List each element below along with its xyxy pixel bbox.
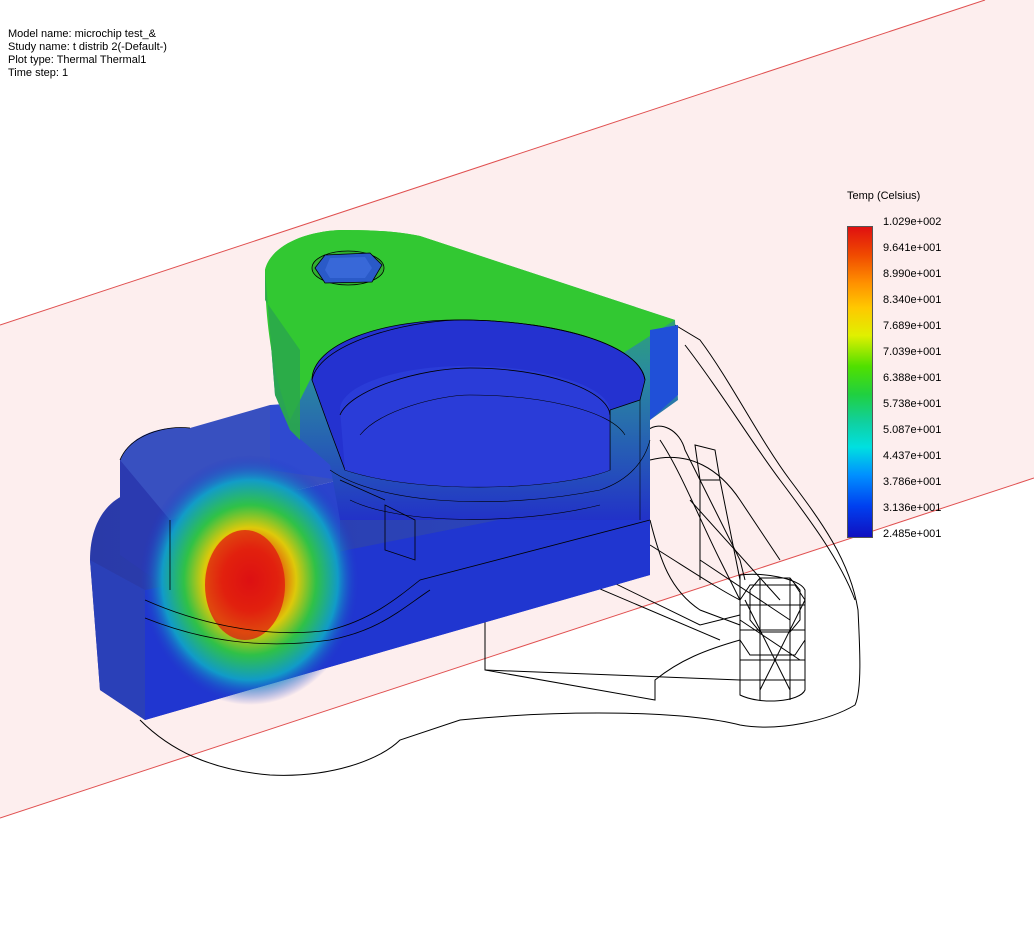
legend-tick-label: 5.738e+001 xyxy=(883,398,942,410)
legend-tick-label: 8.340e+001 xyxy=(883,294,942,306)
legend-tick-label: 1.029e+002 xyxy=(883,216,942,228)
legend-tick-label: 5.087e+001 xyxy=(883,424,942,436)
legend-tick-label: 2.485e+001 xyxy=(883,528,942,540)
legend-tick-label: 8.990e+001 xyxy=(883,268,942,280)
legend-tick-label: 7.039e+001 xyxy=(883,346,942,358)
model-name-label: Model name: microchip test_& xyxy=(8,28,156,40)
legend-tick-label: 3.136e+001 xyxy=(883,502,942,514)
model-viewport[interactable] xyxy=(0,0,1034,937)
legend-tick-label: 3.786e+001 xyxy=(883,476,942,488)
legend-tick-label: 6.388e+001 xyxy=(883,372,942,384)
legend-title: Temp (Celsius) xyxy=(847,190,921,202)
legend-tick-label: 4.437e+001 xyxy=(883,450,942,462)
temperature-colorbar xyxy=(847,226,873,538)
legend-tick-label: 7.689e+001 xyxy=(883,320,942,332)
plot-type-label: Plot type: Thermal Thermal1 xyxy=(8,54,147,66)
plot-info: Model name: microchip test_& Study name:… xyxy=(8,28,167,80)
study-name-label: Study name: t distrib 2(-Default-) xyxy=(8,41,167,53)
legend-tick-label: 9.641e+001 xyxy=(883,242,942,254)
time-step-label: Time step: 1 xyxy=(8,67,69,79)
